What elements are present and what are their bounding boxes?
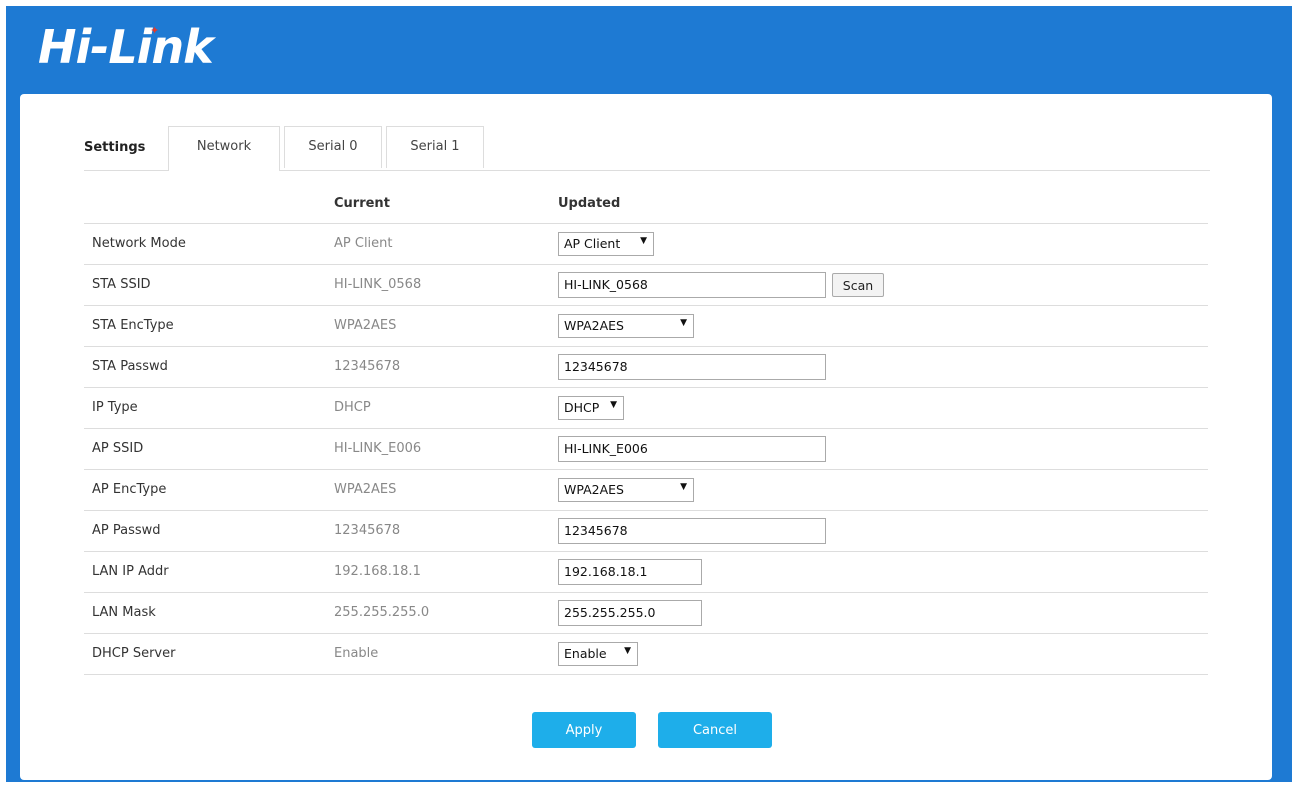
table-row: LAN Mask 255.255.255.0 255.255.255.0 bbox=[84, 593, 1208, 634]
hi-link-logo: Hi-Link ✦ bbox=[38, 20, 258, 82]
dhcp-server-value: Enable bbox=[564, 646, 607, 661]
scan-button[interactable]: Scan bbox=[832, 273, 884, 297]
table-row: AP SSID HI-LINK_E006 HI-LINK_E006 bbox=[84, 429, 1208, 470]
table-row: Network Mode AP Client AP Client ▼ bbox=[84, 224, 1208, 265]
network-settings-table: Current Updated Network Mode AP Client A… bbox=[84, 182, 1208, 675]
dhcp-server-select[interactable]: Enable ▼ bbox=[558, 642, 638, 666]
network-mode-select[interactable]: AP Client ▼ bbox=[558, 232, 654, 256]
row-current-value: Enable bbox=[334, 646, 379, 661]
apply-button[interactable]: Apply bbox=[532, 712, 636, 748]
network-mode-value: AP Client bbox=[564, 236, 621, 251]
dropdown-arrow-icon: ▼ bbox=[624, 646, 631, 656]
row-label: Network Mode bbox=[92, 236, 186, 251]
settings-title: Settings bbox=[84, 140, 146, 155]
row-label: AP SSID bbox=[92, 441, 144, 456]
sta-enctype-value: WPA2AES bbox=[564, 318, 624, 333]
tab-network[interactable]: Network bbox=[168, 126, 280, 171]
dropdown-arrow-icon: ▼ bbox=[680, 482, 687, 492]
row-label: DHCP Server bbox=[92, 646, 176, 661]
tab-serial-0[interactable]: Serial 0 bbox=[284, 126, 382, 168]
table-row: AP EncType WPA2AES WPA2AES ▼ bbox=[84, 470, 1208, 511]
ap-enctype-value: WPA2AES bbox=[564, 482, 624, 497]
header-current: Current bbox=[334, 196, 390, 211]
row-current-value: WPA2AES bbox=[334, 318, 397, 333]
sta-ssid-input[interactable]: HI-LINK_0568 bbox=[558, 272, 826, 298]
row-label: LAN Mask bbox=[92, 605, 156, 620]
row-current-value: HI-LINK_0568 bbox=[334, 277, 422, 292]
row-label: AP EncType bbox=[92, 482, 167, 497]
row-current-value: 192.168.18.1 bbox=[334, 564, 421, 579]
lan-mask-input[interactable]: 255.255.255.0 bbox=[558, 600, 702, 626]
table-row: LAN IP Addr 192.168.18.1 192.168.18.1 bbox=[84, 552, 1208, 593]
page-background: Hi-Link ✦ Settings Network Serial 0 Seri… bbox=[6, 6, 1292, 782]
table-row: DHCP Server Enable Enable ▼ bbox=[84, 634, 1208, 675]
row-current-value: DHCP bbox=[334, 400, 371, 415]
row-label: AP Passwd bbox=[92, 523, 161, 538]
ap-enctype-select[interactable]: WPA2AES ▼ bbox=[558, 478, 694, 502]
logo-text: Hi-Link bbox=[38, 20, 214, 74]
table-row: STA Passwd 12345678 12345678 bbox=[84, 347, 1208, 388]
row-label: IP Type bbox=[92, 400, 138, 415]
cancel-button[interactable]: Cancel bbox=[658, 712, 772, 748]
settings-panel: Settings Network Serial 0 Serial 1 Curre… bbox=[20, 94, 1272, 780]
table-row: IP Type DHCP DHCP ▼ bbox=[84, 388, 1208, 429]
ap-ssid-input[interactable]: HI-LINK_E006 bbox=[558, 436, 826, 462]
sta-passwd-input[interactable]: 12345678 bbox=[558, 354, 826, 380]
table-row: STA SSID HI-LINK_0568 HI-LINK_0568 Scan bbox=[84, 265, 1208, 306]
row-current-value: HI-LINK_E006 bbox=[334, 441, 422, 456]
ap-passwd-input[interactable]: 12345678 bbox=[558, 518, 826, 544]
row-label: LAN IP Addr bbox=[92, 564, 169, 579]
header-updated: Updated bbox=[558, 196, 621, 211]
row-current-value: WPA2AES bbox=[334, 482, 397, 497]
row-current-value: 12345678 bbox=[334, 523, 401, 538]
row-label: STA SSID bbox=[92, 277, 151, 292]
dropdown-arrow-icon: ▼ bbox=[640, 236, 647, 246]
lan-ip-input[interactable]: 192.168.18.1 bbox=[558, 559, 702, 585]
tab-serial-1[interactable]: Serial 1 bbox=[386, 126, 484, 168]
table-header-row: Current Updated bbox=[84, 182, 1208, 224]
table-row: AP Passwd 12345678 12345678 bbox=[84, 511, 1208, 552]
table-row: STA EncType WPA2AES WPA2AES ▼ bbox=[84, 306, 1208, 347]
dropdown-arrow-icon: ▼ bbox=[680, 318, 687, 328]
row-label: STA EncType bbox=[92, 318, 174, 333]
row-current-value: 12345678 bbox=[334, 359, 401, 374]
row-current-value: AP Client bbox=[334, 236, 393, 251]
row-label: STA Passwd bbox=[92, 359, 168, 374]
logo-star-icon: ✦ bbox=[150, 24, 160, 37]
row-current-value: 255.255.255.0 bbox=[334, 605, 430, 620]
tab-bar: Settings Network Serial 0 Serial 1 bbox=[84, 126, 1210, 171]
dropdown-arrow-icon: ▼ bbox=[610, 400, 617, 410]
sta-enctype-select[interactable]: WPA2AES ▼ bbox=[558, 314, 694, 338]
ip-type-value: DHCP bbox=[564, 400, 600, 415]
ip-type-select[interactable]: DHCP ▼ bbox=[558, 396, 624, 420]
